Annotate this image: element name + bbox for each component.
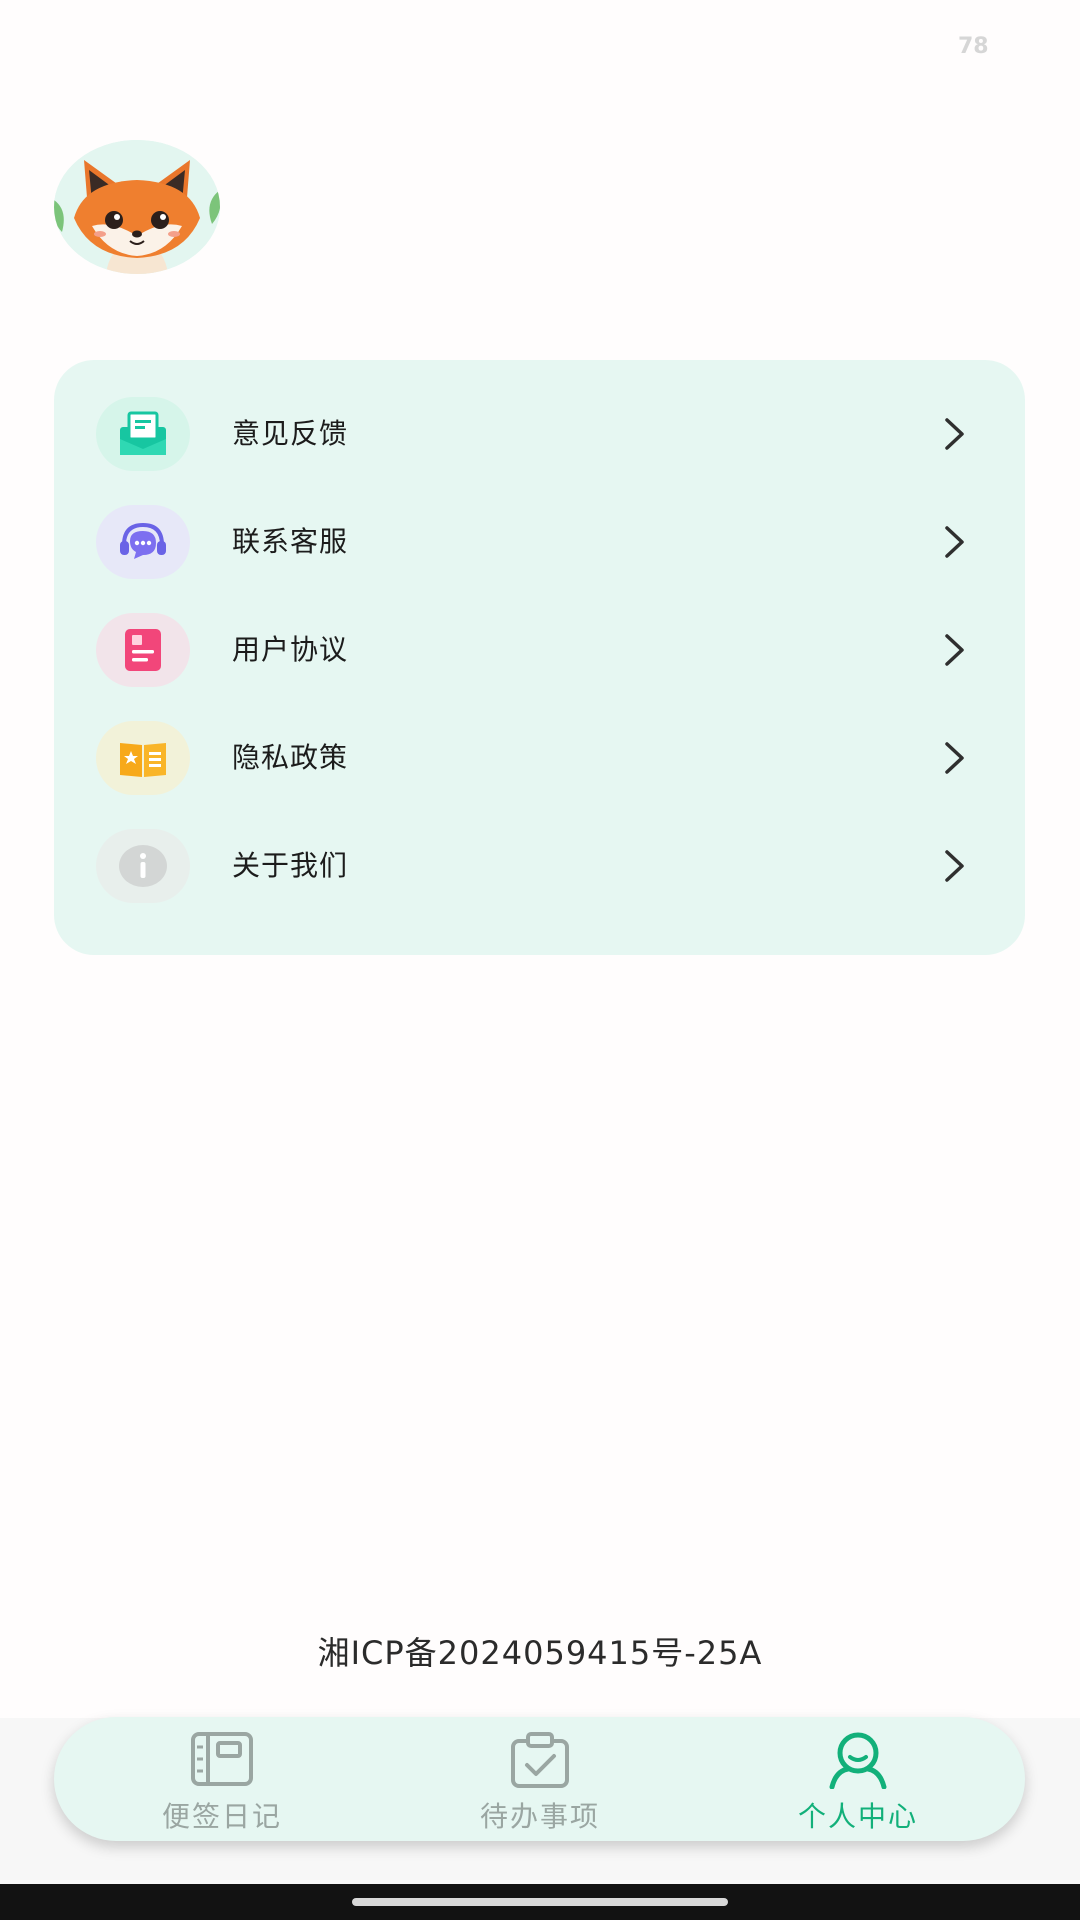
menu-item-about-us[interactable]: 关于我们 [54, 812, 1025, 920]
tab-label-personal-center: 个人中心 [797, 1800, 918, 1833]
fox-avatar-icon [54, 140, 220, 274]
tab-label-todo: 待办事项 [479, 1800, 600, 1833]
menu-item-user-agreement[interactable]: 用户协议 [54, 596, 1025, 704]
chevron-right-icon [945, 634, 964, 666]
menu-item-customer-service[interactable]: 联系客服 [54, 488, 1025, 596]
menu-label-user-agreement: 用户协议 [232, 633, 349, 666]
profile-page: 78 意见反馈 联系客服 用户协议 隐私政策 关于我们 湘ICP备2024059… [0, 0, 1080, 1920]
menu-label-about-us: 关于我们 [232, 849, 349, 882]
about-icon-bg [96, 829, 190, 903]
menu-item-feedback[interactable]: 意见反馈 [54, 380, 1025, 488]
menu-label-privacy-policy: 隐私政策 [232, 741, 349, 774]
home-indicator[interactable] [352, 1898, 728, 1906]
menu-label-customer-service: 联系客服 [232, 525, 349, 558]
privacy-book-icon [120, 743, 166, 777]
customer-service-icon-bg [96, 505, 190, 579]
agreement-icon-bg [96, 613, 190, 687]
tab-label-notes-diary: 便签日记 [161, 1800, 282, 1833]
menu-card: 意见反馈 联系客服 用户协议 隐私政策 关于我们 [54, 360, 1025, 955]
customer-service-headset-icon [120, 522, 166, 559]
feedback-mail-icon [120, 411, 166, 455]
clipboard-check-icon [511, 1732, 569, 1788]
feedback-icon-bg [96, 397, 190, 471]
chevron-right-icon [945, 850, 964, 882]
info-icon [119, 845, 167, 887]
privacy-icon-bg [96, 721, 190, 795]
chevron-right-icon [945, 418, 964, 450]
icp-record-text: 湘ICP备2024059415号-25A [317, 1634, 763, 1672]
chevron-right-icon [945, 526, 964, 558]
bottom-tab-bar: 便签日记 待办事项 个人中心 [54, 1717, 1025, 1841]
chevron-right-icon [945, 742, 964, 774]
notebook-icon [191, 1732, 253, 1786]
user-profile-icon [829, 1732, 887, 1789]
agreement-document-icon [125, 629, 161, 671]
tab-notes-diary[interactable]: 便签日记 [97, 1717, 347, 1841]
status-number: 78 [958, 34, 989, 59]
avatar[interactable] [54, 140, 220, 274]
menu-item-privacy-policy[interactable]: 隐私政策 [54, 704, 1025, 812]
system-navigation-bar [0, 1884, 1080, 1920]
tab-todo[interactable]: 待办事项 [415, 1717, 665, 1841]
menu-label-feedback: 意见反馈 [232, 417, 349, 450]
tab-personal-center[interactable]: 个人中心 [733, 1717, 983, 1841]
